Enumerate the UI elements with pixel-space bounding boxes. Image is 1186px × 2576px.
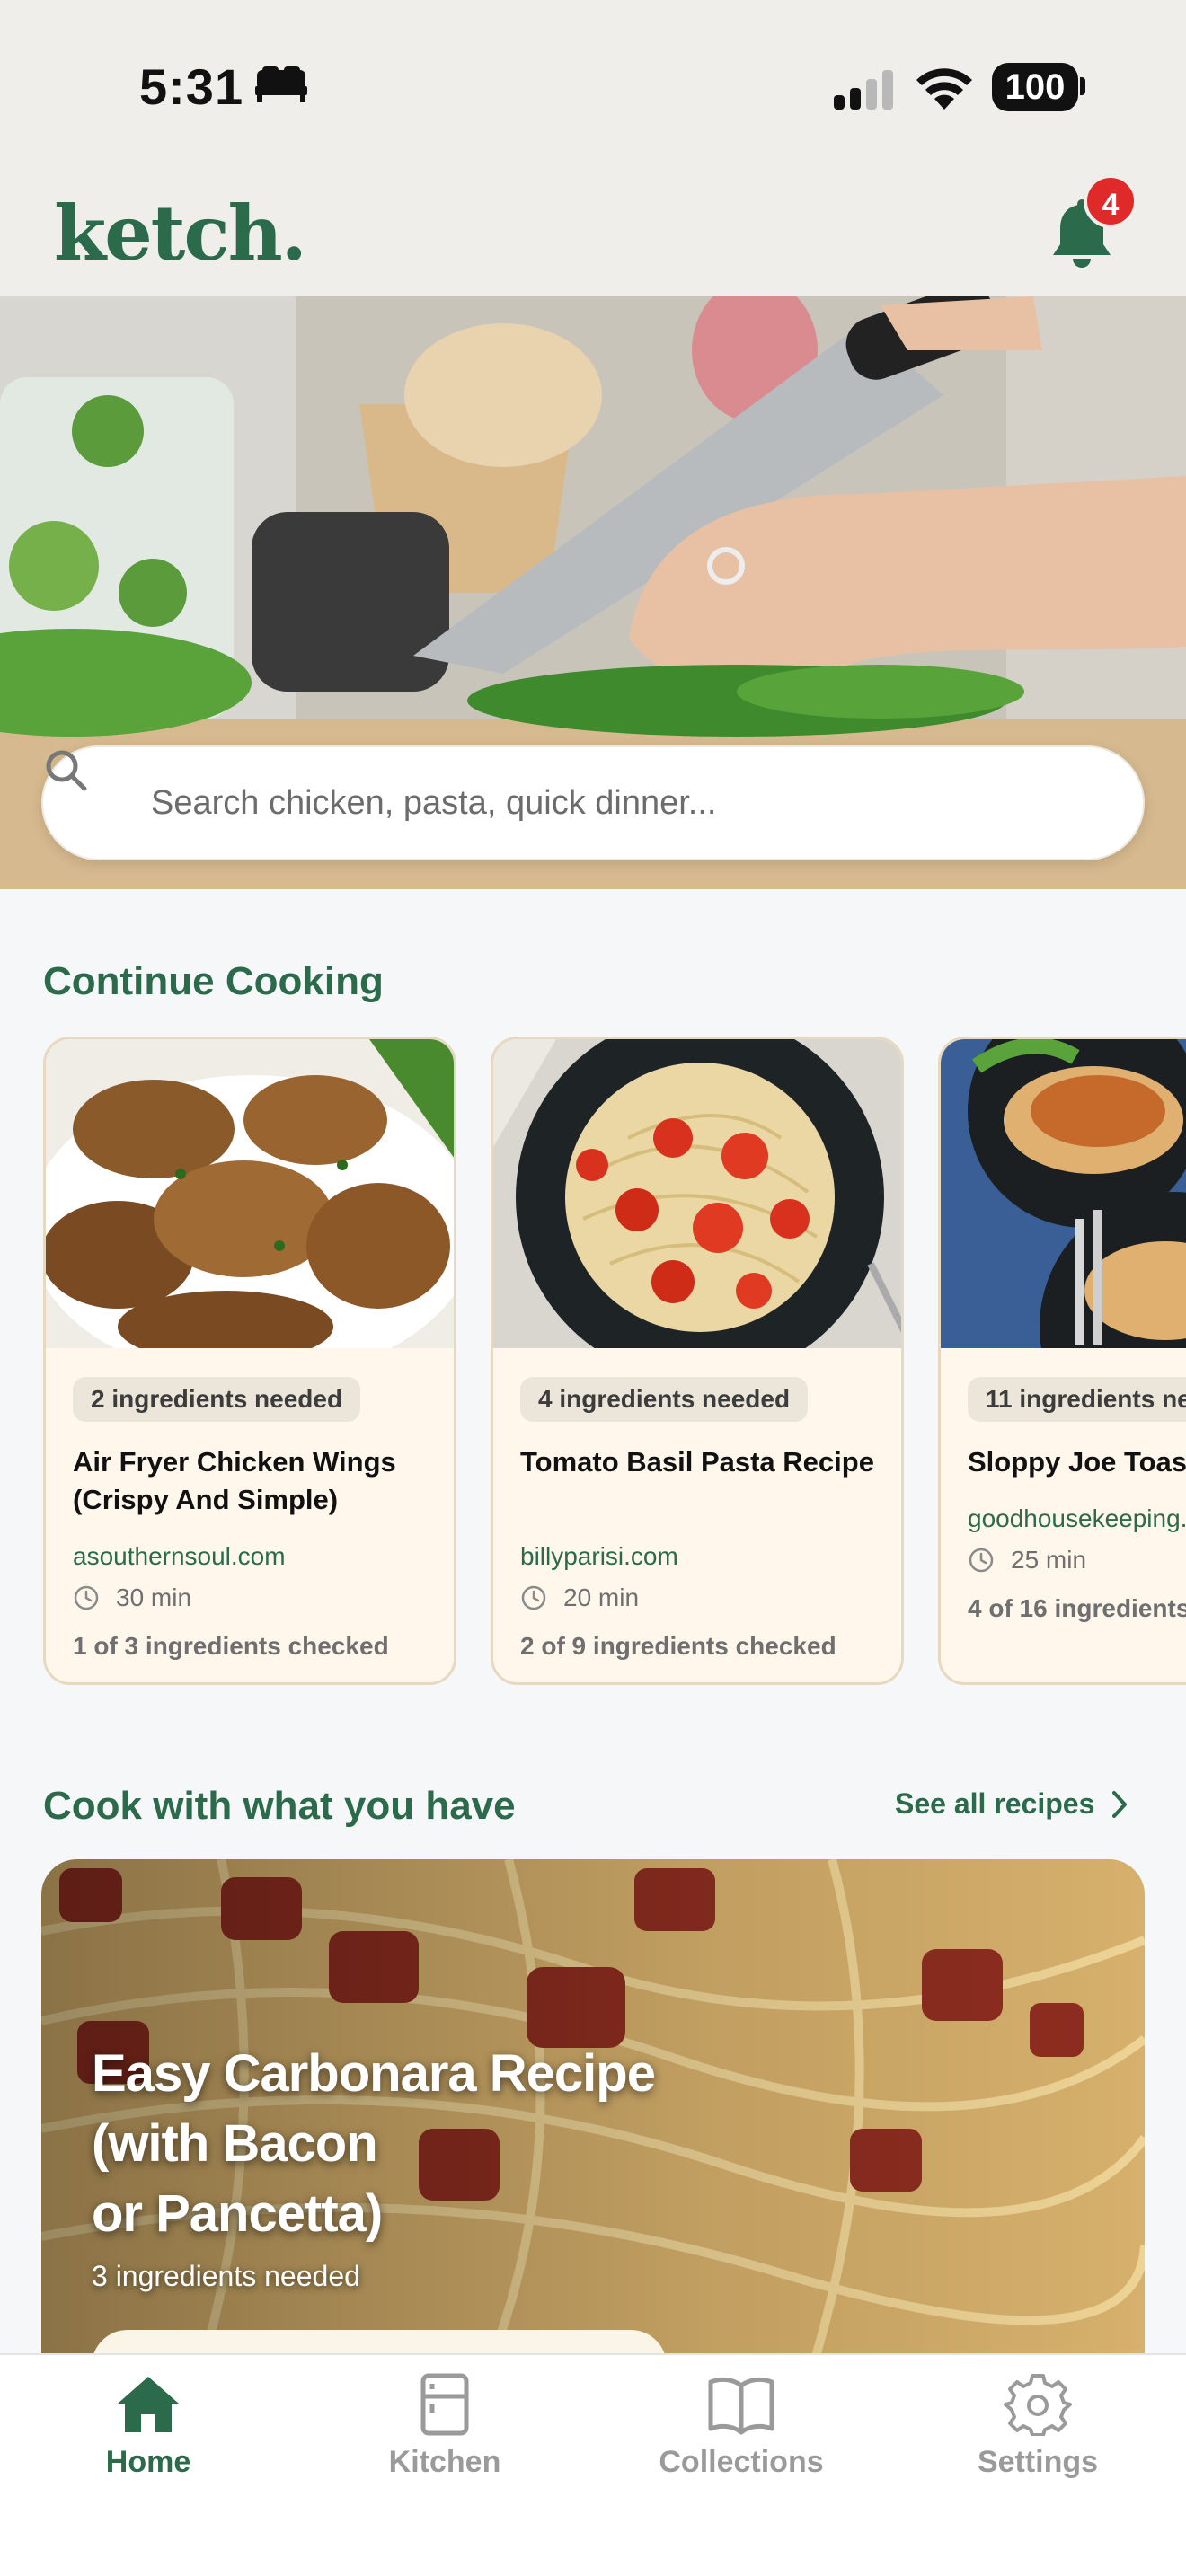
tab-label: Settings <box>977 2445 1099 2479</box>
clock-icon <box>74 1585 99 1610</box>
tab-label: Kitchen <box>388 2445 501 2479</box>
notification-badge: 4 <box>1084 174 1137 228</box>
home-icon <box>118 2377 179 2432</box>
hero-banner <box>0 296 1186 889</box>
wifi-icon <box>916 68 972 110</box>
recipe-progress: 1 of 3 ingredients checked <box>73 1632 389 1660</box>
ingredients-needed-pill: 11 ingredients needed <box>968 1377 1186 1422</box>
chevron-right-icon <box>1112 1790 1128 1818</box>
search-input[interactable] <box>151 747 1103 859</box>
recipe-image <box>941 1039 1186 1348</box>
recipe-image <box>46 1039 454 1348</box>
recipe-image <box>493 1039 901 1348</box>
recipe-time-label: 25 min <box>1011 1546 1087 1574</box>
tab-label: Collections <box>659 2445 824 2479</box>
recipe-card[interactable]: 2 ingredients needed Air Fryer Chicken W… <box>43 1037 456 1685</box>
see-all-recipes-link[interactable]: See all recipes <box>895 1787 1128 1821</box>
recipe-time-label: 20 min <box>563 1584 640 1611</box>
recipe-card[interactable]: 11 ingredients needed Sloppy Joe Toast g… <box>938 1037 1186 1685</box>
tab-home[interactable]: Home <box>0 2373 296 2499</box>
continue-cooking-carousel[interactable]: 2 ingredients needed Air Fryer Chicken W… <box>0 1033 1186 1689</box>
recipe-progress: 2 of 9 ingredients checked <box>520 1632 836 1660</box>
recipe-source[interactable]: goodhousekeeping.com <box>968 1504 1186 1533</box>
battery-tip <box>1080 77 1085 95</box>
see-all-recipes-label: See all recipes <box>895 1787 1095 1820</box>
tab-settings[interactable]: Settings <box>890 2373 1186 2499</box>
sleep-icon <box>255 66 307 102</box>
featured-recipe-card[interactable]: Easy Carbonara Recipe (with Bacon or Pan… <box>41 1859 1145 2362</box>
recipe-time: 25 min <box>968 1546 1086 1575</box>
ingredients-needed-pill: 2 ingredients needed <box>73 1377 361 1422</box>
recipe-time-label: 30 min <box>116 1584 192 1611</box>
battery-icon: 100 <box>992 63 1078 111</box>
recipe-source[interactable]: billyparisi.com <box>520 1542 678 1571</box>
recipe-progress: 4 of 16 ingredients checked <box>968 1594 1186 1622</box>
tab-kitchen[interactable]: Kitchen <box>296 2373 593 2499</box>
cook-with-what-you-have-title: Cook with what you have <box>43 1784 516 1828</box>
signal-icon <box>834 70 893 110</box>
fridge-icon <box>420 2373 469 2436</box>
tab-bar: Home Kitchen Collections Settings <box>0 2353 1186 2576</box>
app-logo: ketch. <box>54 189 307 278</box>
tab-collections[interactable]: Collections <box>593 2373 890 2499</box>
clock-icon <box>969 1548 994 1573</box>
recipe-time: 20 min <box>520 1584 639 1612</box>
featured-ingredients-needed: 3 ingredients needed <box>92 2260 360 2292</box>
search-icon <box>46 750 87 791</box>
recipe-source[interactable]: asouthernsoul.com <box>73 1542 286 1571</box>
gear-icon <box>1004 2374 1072 2436</box>
recipe-title: Air Fryer Chicken Wings (Crispy And Simp… <box>73 1446 396 1515</box>
continue-cooking-title: Continue Cooking <box>43 959 384 1003</box>
ingredients-needed-pill: 4 ingredients needed <box>520 1377 809 1422</box>
featured-title-line: Easy Carbonara Recipe <box>92 2044 656 2103</box>
recipe-title: Tomato Basil Pasta Recipe <box>520 1446 874 1478</box>
app-header: ketch. 4 <box>0 162 1186 296</box>
featured-title-line: (with Bacon <box>92 2114 378 2173</box>
clock-icon <box>521 1585 546 1610</box>
status-time: 5:31 <box>139 58 244 115</box>
tab-label: Home <box>105 2445 191 2479</box>
recipe-title: Sloppy Joe Toast <box>968 1446 1186 1478</box>
status-bar: 5:31 100 <box>0 0 1186 162</box>
book-icon <box>708 2377 774 2435</box>
recipe-time: 30 min <box>73 1584 191 1612</box>
recipe-card[interactable]: 4 ingredients needed Tomato Basil Pasta … <box>491 1037 904 1685</box>
search-bar[interactable] <box>41 745 1145 860</box>
featured-title-line: or Pancetta) <box>92 2184 383 2243</box>
featured-recipe-title: Easy Carbonara Recipe (with Bacon or Pan… <box>92 2039 721 2249</box>
